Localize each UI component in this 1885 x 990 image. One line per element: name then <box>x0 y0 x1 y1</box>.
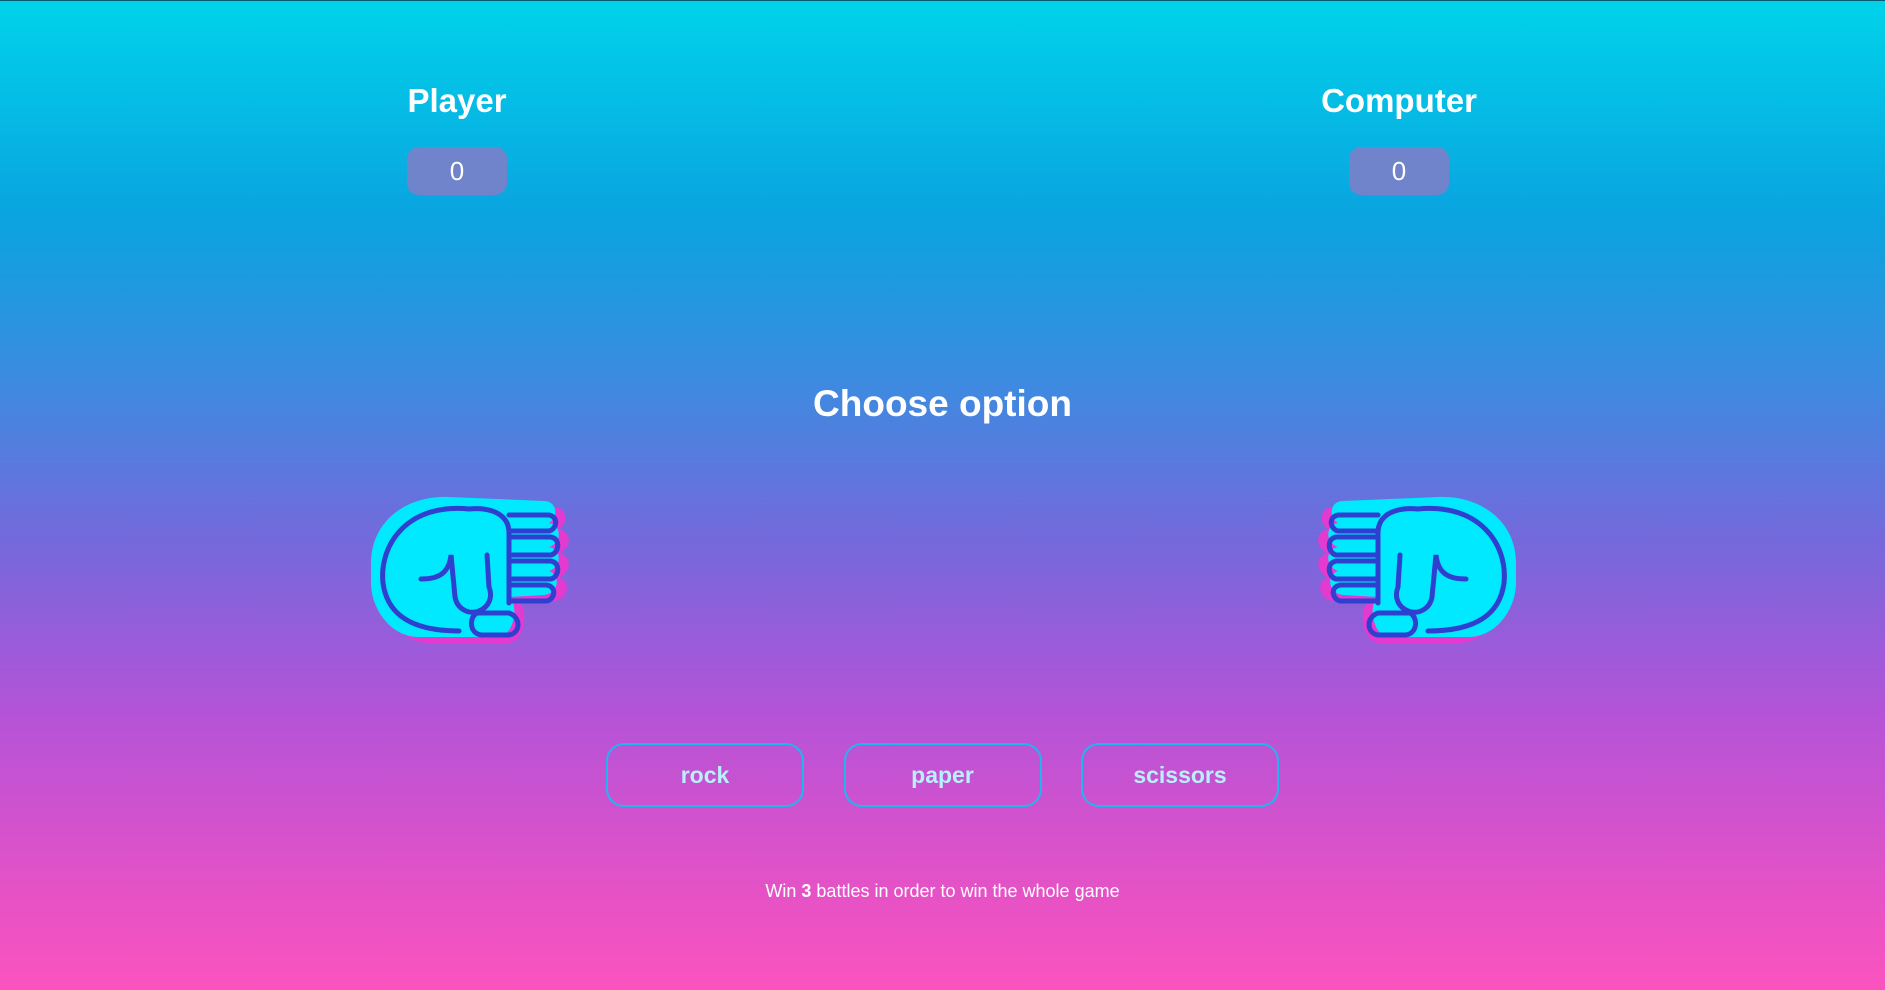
win-count: 3 <box>801 881 812 901</box>
player-score: 0 <box>407 147 507 195</box>
player-title: Player <box>407 82 507 119</box>
scissors-button[interactable]: scissors <box>1081 743 1279 807</box>
choice-buttons: rock paper scissors <box>606 743 1279 807</box>
computer-score: 0 <box>1349 147 1449 195</box>
choose-option-heading: Choose option <box>813 383 1072 424</box>
computer-panel: Computer 0 <box>1249 81 1549 195</box>
footer-prefix: Win <box>765 881 802 901</box>
rock-button[interactable]: rock <box>606 743 804 807</box>
player-rock-fist-icon <box>371 496 569 643</box>
computer-rock-fist-icon <box>1318 496 1516 643</box>
footer-suffix: battles in order to win the whole game <box>811 881 1120 901</box>
computer-title: Computer <box>1321 82 1477 119</box>
win-condition-note: Win 3 battles in order to win the whole … <box>0 879 1885 903</box>
player-panel: Player 0 <box>307 81 607 195</box>
paper-button[interactable]: paper <box>843 743 1042 807</box>
